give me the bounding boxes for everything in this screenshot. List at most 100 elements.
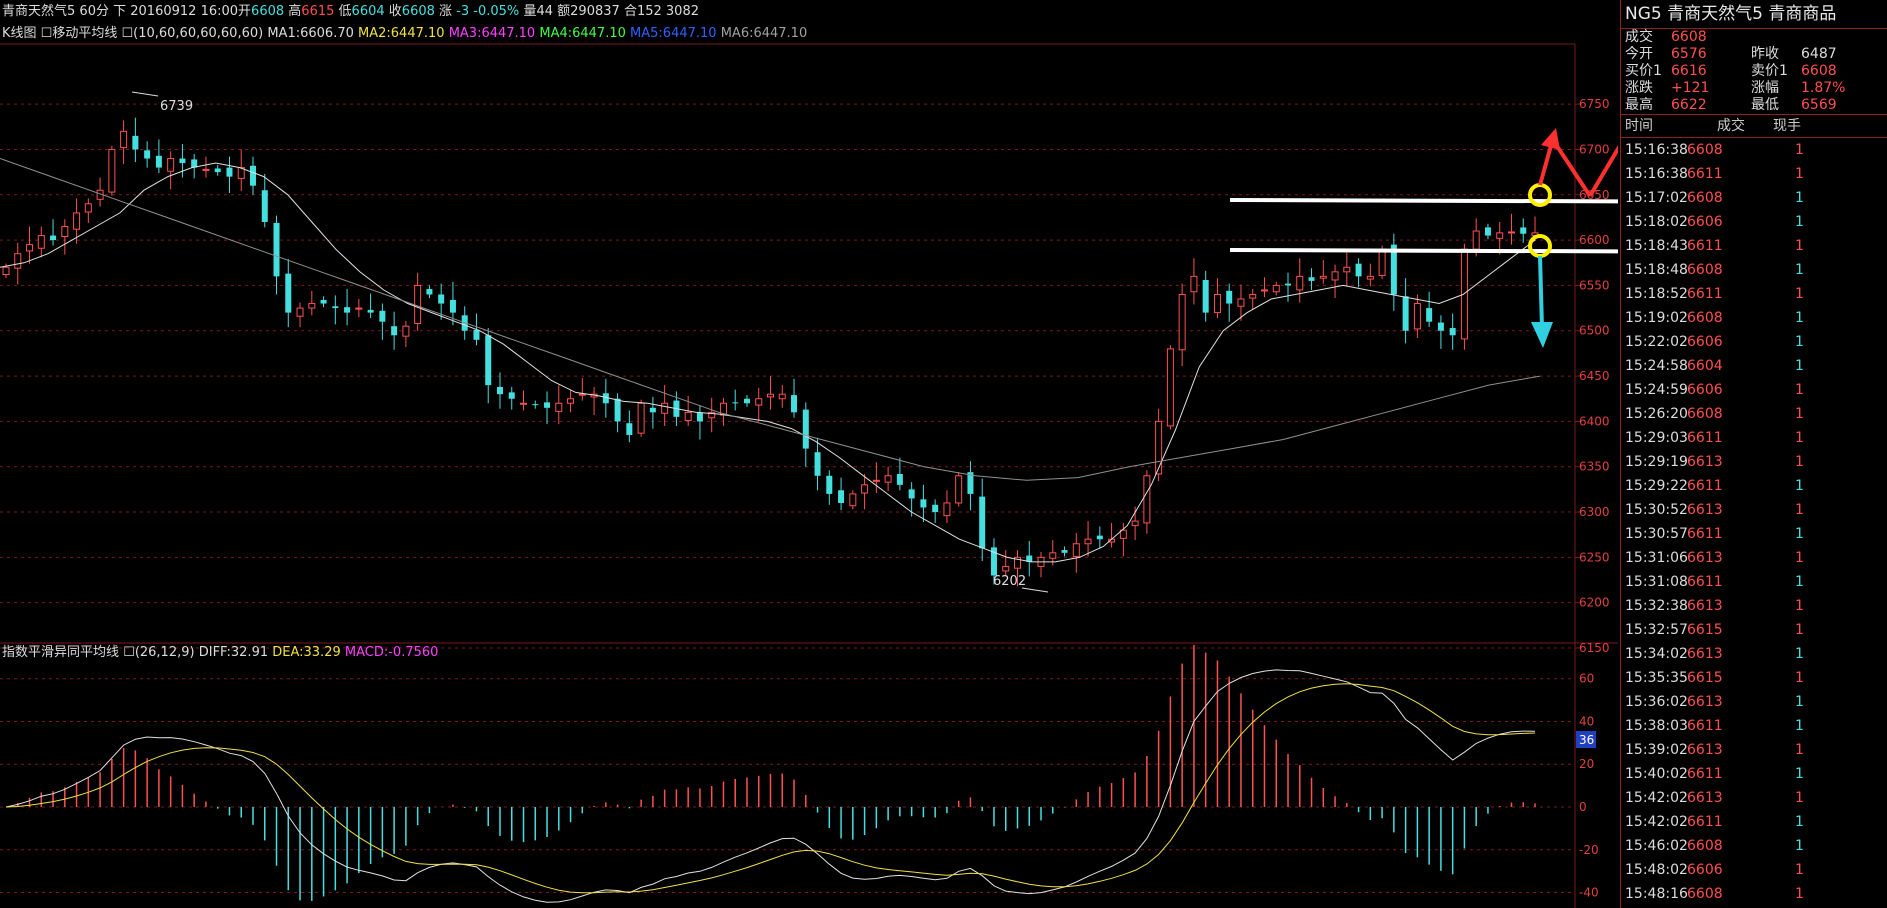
tick-row[interactable]: 15:24:58 6604 1 [1621,354,1887,378]
tick-row[interactable]: 15:24:59 6606 1 [1621,378,1887,402]
tick-row[interactable]: 15:18:43 6611 1 [1621,234,1887,258]
quote-value: 6622 [1671,97,1707,113]
tick-row[interactable]: 15:48:16 6608 1 [1621,882,1887,906]
period: 60分 [79,4,109,19]
settings-box-icon[interactable]: ☐ [123,645,135,660]
tick-row[interactable]: 15:32:38 6613 1 [1621,594,1887,618]
tick-row[interactable]: 15:26:20 6608 1 [1621,402,1887,426]
tick-time: 15:29:19 [1625,454,1688,470]
quote-value: 6616 [1671,63,1707,79]
tick-row[interactable]: 15:34:02 6613 1 [1621,642,1887,666]
tick-row[interactable]: 15:32:57 6615 1 [1621,618,1887,642]
tick-row[interactable]: 15:46:02 6608 1 [1621,834,1887,858]
candle-body [1049,552,1057,559]
candle-body [1061,550,1068,553]
tick-row[interactable]: 15:16:38 6608 1 [1621,138,1887,162]
candle-body [626,423,633,435]
tick-row[interactable]: 15:42:02 6613 1 [1621,786,1887,810]
tick-row[interactable]: 15:38:03 6611 1 [1621,714,1887,738]
tick-row[interactable]: 15:18:52 6611 1 [1621,282,1887,306]
tick-qty: 1 [1795,670,1804,686]
tick-row[interactable]: 15:35:35 6615 1 [1621,666,1887,690]
macd-tick-label: 0 [1579,800,1587,814]
tick-row[interactable]: 15:42:02 6611 1 [1621,810,1887,834]
candle-body [26,244,34,252]
checkbox-icon[interactable]: ☐ [41,26,53,41]
candle-body [555,402,563,412]
tick-row[interactable]: 15:40:02 6611 1 [1621,762,1887,786]
ticks-header-qty: 现手 [1773,118,1801,134]
bar-change: -3 [456,4,470,19]
tick-price: 6606 [1687,334,1723,350]
tick-qty: 1 [1795,190,1804,206]
tick-price: 6608 [1687,310,1723,326]
tick-time: 15:17:02 [1625,190,1688,206]
candle-body [778,393,786,400]
macd-indicator-name[interactable]: 指数平滑异同平均线 [2,645,119,660]
candle-body [1520,227,1527,234]
tick-price: 6611 [1687,718,1723,734]
tick-price: 6608 [1687,262,1723,278]
kline-chart-area[interactable]: 6750670066506600655065006450640063506300… [0,0,1618,908]
candle-body [955,475,963,504]
candle-body [1178,293,1186,351]
macd-tick-label: 40 [1579,714,1594,728]
ma1-value: MA1:6606.70 [267,26,354,41]
tick-price: 6611 [1687,478,1723,494]
tick-qty: 1 [1795,742,1804,758]
tick-row[interactable]: 15:30:57 6611 1 [1621,522,1887,546]
settings-box-icon[interactable]: ☐ [121,26,133,41]
tick-time: 15:18:43 [1625,238,1688,254]
tick-row[interactable]: 15:31:08 6611 1 [1621,570,1887,594]
ma-indicator-name[interactable]: 移动平均线 [52,26,117,41]
tick-row[interactable]: 15:48:02 6606 1 [1621,858,1887,882]
tick-row[interactable]: 15:29:22 6611 1 [1621,474,1887,498]
macd-indicator-bar: 指数平滑异同平均线 ☐(26,12,9) DIFF:32.91 DEA:33.2… [0,643,1618,663]
price-tick-label: 6750 [1579,97,1610,111]
tick-row[interactable]: 15:31:06 6613 1 [1621,546,1887,570]
high-annotation: 6739 [160,99,193,114]
tick-time: 15:31:08 [1625,574,1688,590]
candle-body [1437,322,1444,331]
candle-body [426,289,433,295]
tick-row[interactable]: 15:16:38 6611 1 [1621,162,1887,186]
tick-time: 15:35:35 [1625,670,1688,686]
candle-body [649,407,656,413]
candle-body [1319,275,1327,279]
ma-indicator-bar: K线图 ☐移动平均线 ☐(10,60,60,60,60,60) MA1:6606… [0,24,1618,44]
ticks-header-time: 时间 [1625,118,1653,134]
tick-row[interactable]: 15:22:02 6606 1 [1621,330,1887,354]
candle-body [1496,232,1504,239]
candle-body [614,398,621,422]
tick-row[interactable]: 15:18:48 6608 1 [1621,258,1887,282]
tick-row[interactable]: 15:36:02 6613 1 [1621,690,1887,714]
tick-price: 6613 [1687,790,1723,806]
candle-body [132,135,139,150]
candle-body [661,402,669,414]
tick-qty: 1 [1795,886,1804,902]
ticks-list[interactable]: 15:16:38 6608 1 15:16:38 6611 1 15:17:02 6608 1 1… [1621,138,1887,906]
candle-body [1002,565,1010,572]
tick-row[interactable]: 15:18:02 6606 1 [1621,210,1887,234]
candle-body [1166,348,1174,427]
ma6-value: MA6:6447.10 [720,26,808,41]
candle-body [226,167,233,177]
tick-qty: 1 [1795,862,1804,878]
tick-row[interactable]: 15:30:52 6613 1 [1621,498,1887,522]
tick-row[interactable]: 15:39:02 6613 1 [1621,738,1887,762]
tick-row[interactable]: 15:29:19 6613 1 [1621,450,1887,474]
tick-row[interactable]: 15:29:03 6611 1 [1621,426,1887,450]
candle-body [1143,475,1151,524]
candle-body [1285,283,1292,286]
candle-body [920,499,927,508]
candle-body [1449,328,1456,336]
quote-label: 最低 [1751,97,1779,113]
tick-time: 15:36:02 [1625,694,1688,710]
candle-body [872,479,880,482]
candle-body [73,212,81,230]
candle-body [120,130,128,149]
candle-body [1413,303,1421,330]
quote-summary: 成交 6608 今开 6576 昨收 6487 买价1 6616 卖价1 6608 涨跌 +121 涨幅… [1621,29,1887,114]
tick-row[interactable]: 15:19:02 6608 1 [1621,306,1887,330]
tick-row[interactable]: 15:17:02 6608 1 [1621,186,1887,210]
